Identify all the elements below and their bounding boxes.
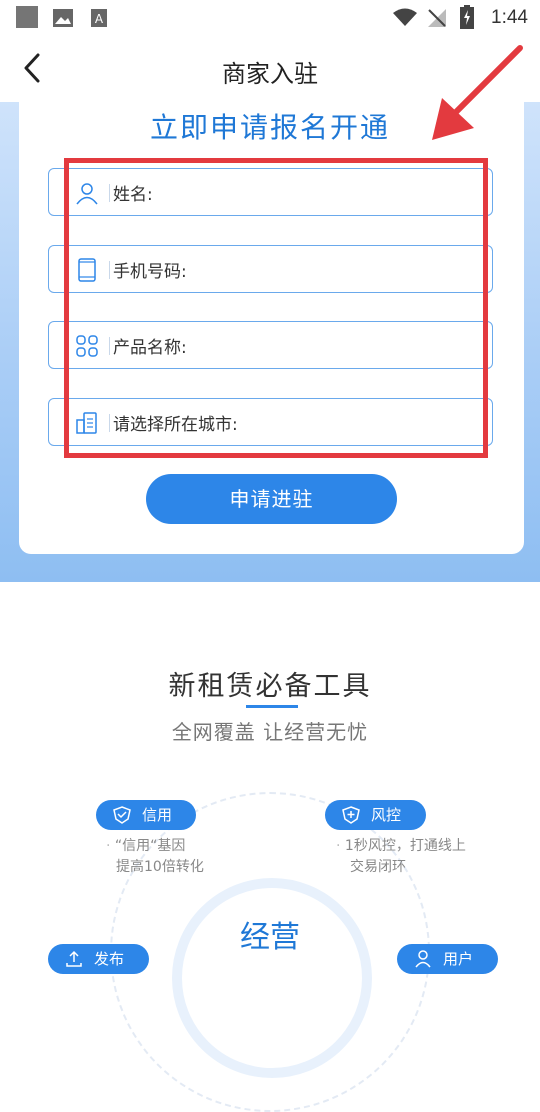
- status-bar: A 1:44: [0, 0, 540, 36]
- feature-risk-control[interactable]: 风控: [325, 800, 426, 830]
- shield-plus-icon: [342, 806, 360, 824]
- feature-label: 发布: [94, 950, 125, 968]
- feature-desc: · 1秒风控，打通线上 交易闭环: [336, 836, 466, 878]
- feature-credit[interactable]: 信用: [96, 800, 196, 830]
- section-subtitle: 全网覆盖 让经营无忧: [171, 720, 369, 744]
- svg-text:A: A: [95, 12, 104, 26]
- user-icon: [415, 950, 431, 968]
- apply-button[interactable]: 申请进驻: [146, 474, 397, 524]
- title-underline: [246, 705, 298, 708]
- feature-user[interactable]: 用户: [397, 944, 498, 974]
- feature-desc-line: 交易闭环: [350, 859, 406, 875]
- annotation-arrow: [432, 45, 523, 140]
- shield-icon: [113, 806, 131, 824]
- feature-desc-line: 提高10倍转化: [116, 859, 204, 875]
- status-time: 1:44: [491, 7, 528, 28]
- feature-desc-line: “信用“基因: [114, 838, 186, 854]
- feature-label: 信用: [142, 806, 173, 824]
- feature-publish[interactable]: 发布: [48, 944, 149, 974]
- no-signal-icon: [428, 9, 446, 27]
- upload-icon: [66, 950, 82, 967]
- image-icon: [53, 9, 73, 27]
- core-label: 经营: [240, 920, 300, 955]
- battery-charging-icon: [460, 5, 474, 29]
- annotation-highlight-box: [64, 158, 488, 458]
- app-square-icon: [16, 6, 38, 28]
- feature-desc: · “信用“基因 提高10倍转化: [106, 836, 204, 878]
- text-icon: A: [91, 9, 107, 27]
- feature-label: 用户: [443, 950, 474, 968]
- inner-ring: [172, 878, 372, 1078]
- feature-desc-line: 1秒风控，打通线上: [344, 838, 466, 854]
- section-title: 新租赁必备工具: [168, 671, 372, 702]
- wifi-icon: [393, 8, 417, 26]
- feature-label: 风控: [371, 806, 402, 824]
